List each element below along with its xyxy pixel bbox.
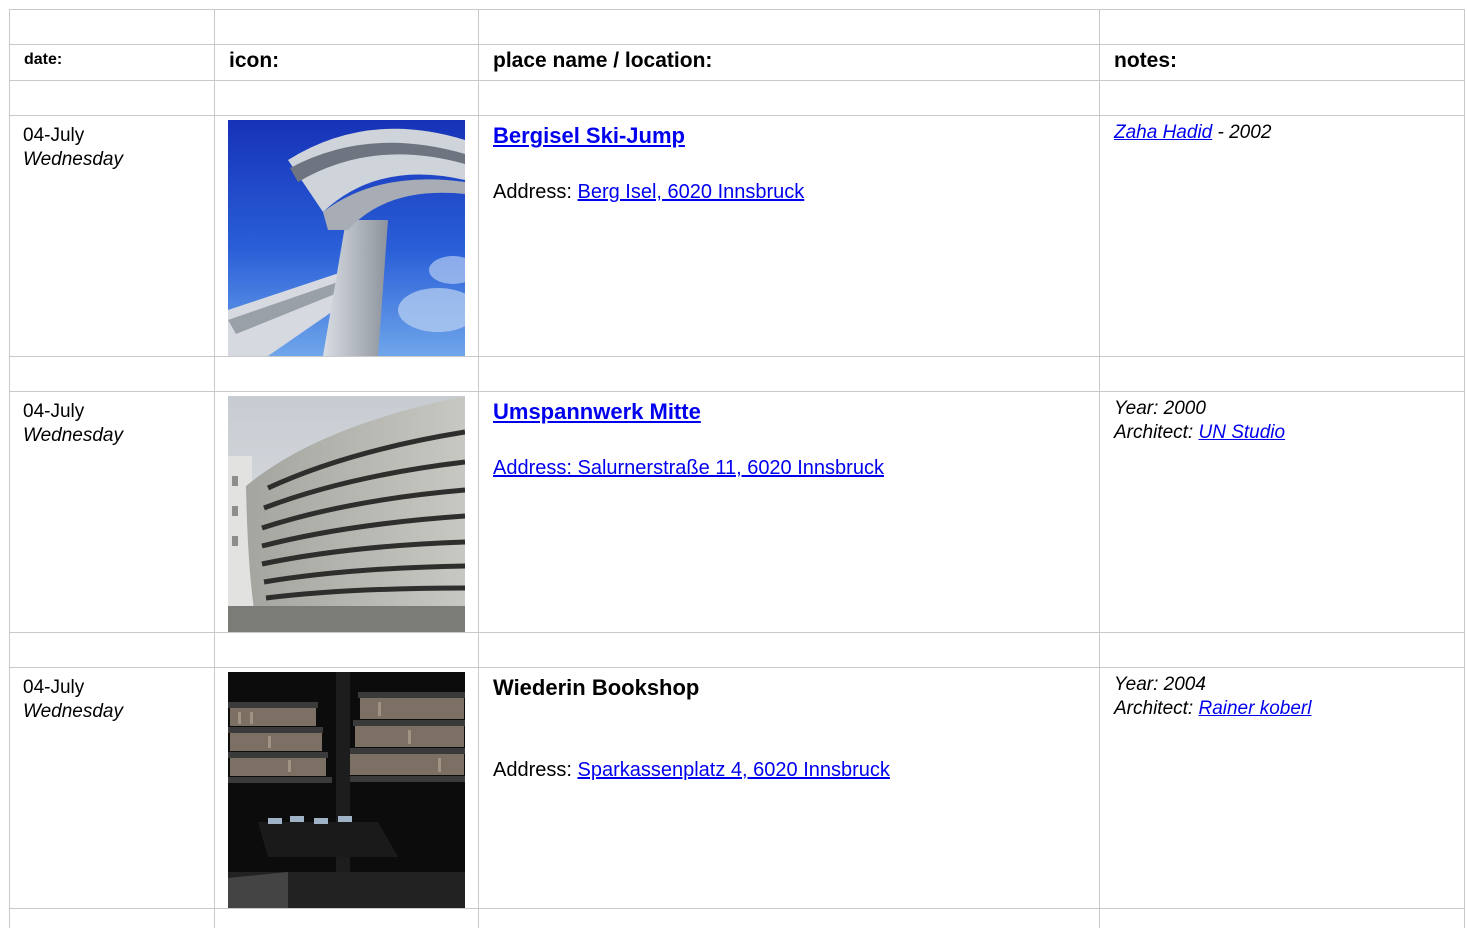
spacer-row xyxy=(9,908,1465,928)
spacer-row xyxy=(9,356,1465,392)
place-cell: Wiederin Bookshop Address: Sparkassenpla… xyxy=(478,667,1100,909)
bergisel-ski-jump-photo xyxy=(228,120,465,356)
notes-architect: Architect: UN Studio xyxy=(1114,421,1464,445)
architect-link[interactable]: Zaha Hadid xyxy=(1114,122,1212,143)
notes-architect: Architect: Rainer koberl xyxy=(1114,697,1464,721)
spacer-row xyxy=(9,80,1465,116)
address-link[interactable]: Sparkassenplatz 4, 6020 Innsbruck xyxy=(577,759,889,781)
itinerary-page: date: icon: place name / location: notes… xyxy=(0,0,1467,928)
notes-year: Year: 2004 xyxy=(1114,674,1206,695)
place-title: Wiederin Bookshop xyxy=(493,675,700,700)
umspannwerk-mitte-photo xyxy=(228,396,465,632)
table-row: 04-July Wednesday xyxy=(9,391,1465,633)
architect-label: Architect: xyxy=(1114,422,1199,443)
address-line: Address: Sparkassenplatz 4, 6020 Innsbru… xyxy=(493,757,1099,783)
date-cell: 04-July Wednesday xyxy=(9,115,215,357)
place-title-link[interactable]: Bergisel Ski-Jump xyxy=(493,122,1099,150)
place-header: place name / location: xyxy=(478,44,1100,81)
notes-year-text: - 2002 xyxy=(1212,122,1272,143)
date-header: date: xyxy=(9,44,215,81)
notes-line: Zaha Hadid - 2002 xyxy=(1114,121,1464,145)
icon-header: icon: xyxy=(214,44,479,81)
table-row: 04-July Wednesday xyxy=(9,667,1465,909)
address-link[interactable]: Address: Salurnerstraße 11, 6020 Innsbru… xyxy=(493,457,884,479)
address-link[interactable]: Berg Isel, 6020 Innsbruck xyxy=(577,181,804,203)
header-row: date: icon: place name / location: notes… xyxy=(9,44,1465,81)
address-line: Address: Salurnerstraße 11, 6020 Innsbru… xyxy=(493,455,1099,481)
itinerary-table: date: icon: place name / location: notes… xyxy=(9,9,1465,928)
notes-year: Year: 2000 xyxy=(1114,398,1206,419)
icon-cell xyxy=(214,391,479,633)
place-title-link[interactable]: Umspannwerk Mitte xyxy=(493,398,1099,426)
date-cell: 04-July Wednesday xyxy=(9,391,215,633)
wiederin-bookshop-photo-art xyxy=(228,672,465,908)
spacer-row xyxy=(9,632,1465,668)
date-cell: 04-July Wednesday xyxy=(9,667,215,909)
date-text: 04-July xyxy=(23,401,85,422)
architect-link[interactable]: Rainer koberl xyxy=(1198,698,1311,719)
date-text: 04-July xyxy=(23,125,85,146)
notes-cell: Zaha Hadid - 2002 xyxy=(1099,115,1465,357)
weekday-text: Wednesday xyxy=(23,701,123,722)
table-row: 04-July Wednesday xyxy=(9,115,1465,357)
weekday-text: Wednesday xyxy=(23,425,123,446)
icon-cell xyxy=(214,667,479,909)
notes-cell: Year: 2000 Architect: UN Studio xyxy=(1099,391,1465,633)
spacer-row xyxy=(9,9,1465,45)
umspannwerk-mitte-photo-art xyxy=(228,396,465,632)
place-cell: Umspannwerk Mitte Address: Salurnerstraß… xyxy=(478,391,1100,633)
notes-header: notes: xyxy=(1099,44,1465,81)
architect-link[interactable]: UN Studio xyxy=(1198,422,1285,443)
weekday-text: Wednesday xyxy=(23,149,123,170)
bergisel-ski-jump-photo-art xyxy=(228,120,465,356)
wiederin-bookshop-photo xyxy=(228,672,465,908)
icon-cell xyxy=(214,115,479,357)
address-label: Address: xyxy=(493,759,578,781)
architect-label: Architect: xyxy=(1114,698,1199,719)
address-label: Address: xyxy=(493,181,578,203)
address-line: Address: Berg Isel, 6020 Innsbruck xyxy=(493,179,1099,205)
date-text: 04-July xyxy=(23,677,85,698)
place-cell: Bergisel Ski-Jump Address: Berg Isel, 60… xyxy=(478,115,1100,357)
notes-cell: Year: 2004 Architect: Rainer koberl xyxy=(1099,667,1465,909)
